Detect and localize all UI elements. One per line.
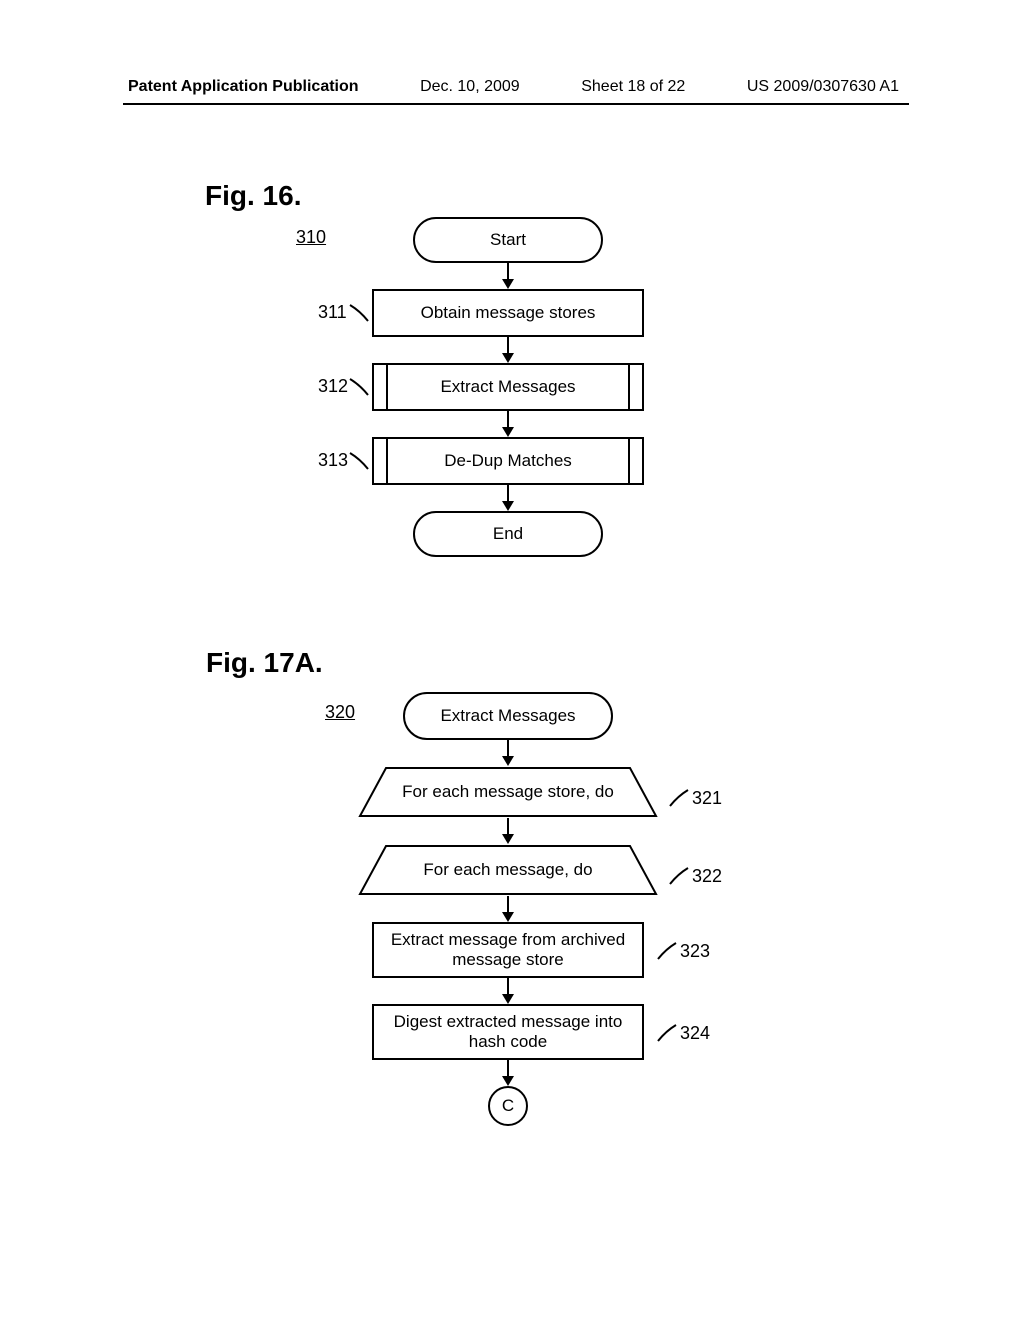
- callout-arc: [668, 866, 690, 888]
- process-obtain-message-stores: Obtain message stores: [372, 289, 644, 337]
- ref-323: 323: [680, 941, 710, 962]
- arrow: [507, 818, 509, 842]
- predefined-label: De-Dup Matches: [444, 451, 572, 471]
- arrow: [507, 263, 509, 287]
- ref-321: 321: [692, 788, 722, 809]
- predefined-extract-messages: Extract Messages: [372, 363, 644, 411]
- figure-16-title: Fig. 16.: [205, 180, 301, 212]
- loop-foreach-message: For each message, do: [358, 844, 658, 896]
- terminator-end: End: [413, 511, 603, 557]
- sheet-info: Sheet 18 of 22: [581, 78, 685, 96]
- callout-arc: [668, 788, 690, 810]
- ref-311: 311: [318, 302, 347, 323]
- publication-number: US 2009/0307630 A1: [747, 78, 899, 96]
- figure-17a-title: Fig. 17A.: [206, 647, 323, 679]
- ref-312: 312: [318, 376, 348, 397]
- callout-arc: [656, 941, 678, 963]
- flowchart-fig17a: Extract Messages For each message store,…: [0, 690, 1024, 1250]
- ref-322: 322: [692, 866, 722, 887]
- arrow: [507, 411, 509, 435]
- ref-313: 313: [318, 450, 348, 471]
- flowchart-fig16: Start Obtain message stores 311 Extract …: [0, 215, 1024, 635]
- arrow: [507, 1060, 509, 1084]
- connector-c: C: [488, 1086, 528, 1126]
- callout-arc: [348, 451, 370, 473]
- arrow: [507, 978, 509, 1002]
- loop-label: For each message, do: [358, 844, 658, 896]
- callout-arc: [656, 1023, 678, 1045]
- arrow: [507, 337, 509, 361]
- terminator-extract-messages: Extract Messages: [403, 692, 613, 740]
- callout-arc: [348, 303, 370, 325]
- loop-foreach-message-store: For each message store, do: [358, 766, 658, 818]
- loop-label: For each message store, do: [358, 766, 658, 818]
- page-header: Patent Application Publication Dec. 10, …: [128, 78, 899, 96]
- predefined-dedup-matches: De-Dup Matches: [372, 437, 644, 485]
- arrow: [507, 485, 509, 509]
- process-digest-hash: Digest extracted message into hash code: [372, 1004, 644, 1060]
- process-extract-archived: Extract message from archived message st…: [372, 922, 644, 978]
- publication-label: Patent Application Publication: [128, 78, 359, 96]
- predefined-label: Extract Messages: [440, 377, 575, 397]
- terminator-start: Start: [413, 217, 603, 263]
- ref-324: 324: [680, 1023, 710, 1044]
- arrow: [507, 740, 509, 764]
- publication-date: Dec. 10, 2009: [420, 78, 520, 96]
- header-rule: [123, 103, 909, 105]
- callout-arc: [348, 377, 370, 399]
- arrow: [507, 896, 509, 920]
